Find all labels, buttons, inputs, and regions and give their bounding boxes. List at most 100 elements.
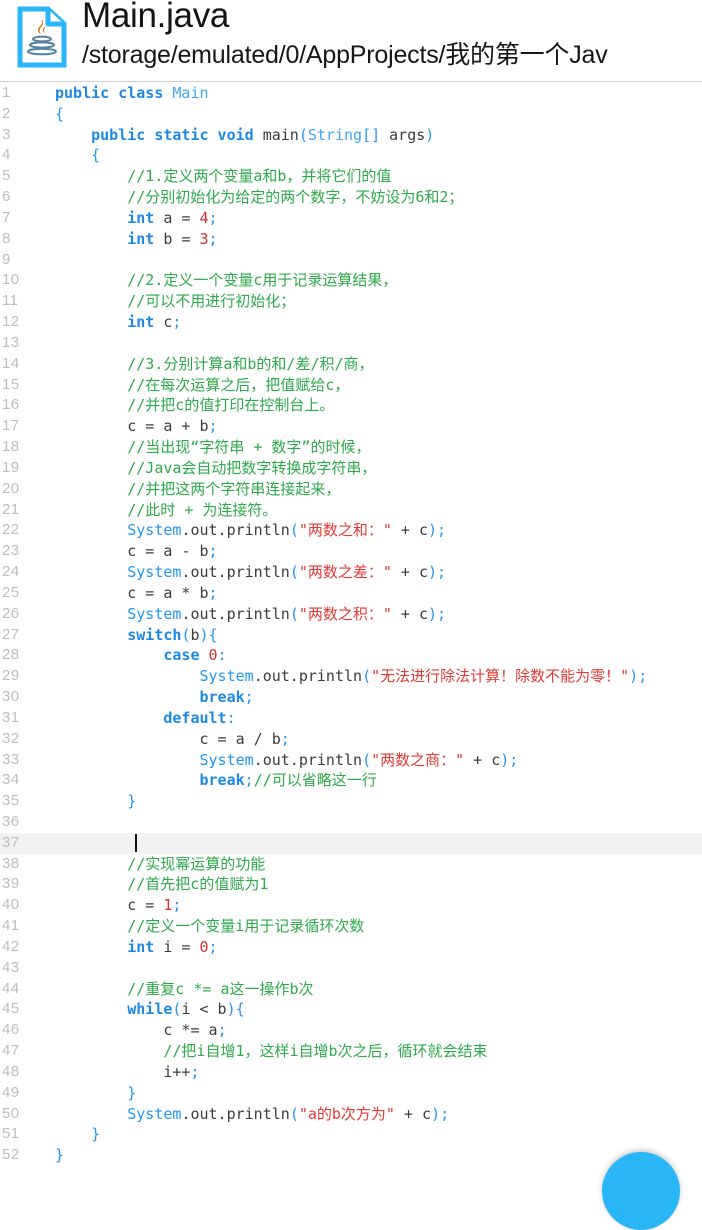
code-line-content[interactable]: //此时 + 为连接符。 xyxy=(55,500,277,521)
code-line-content[interactable] xyxy=(55,833,138,854)
code-line[interactable]: 29 System.out.println("无法进行除法计算！除数不能为零！"… xyxy=(0,666,702,687)
code-line[interactable]: 41 //定义一个变量i用于记录循环次数 xyxy=(0,916,702,937)
code-line-content[interactable]: //并把这两个字符串连接起来， xyxy=(55,479,340,500)
code-line-content[interactable]: } xyxy=(55,1083,136,1104)
code-line[interactable]: 11 //可以不用进行初始化； xyxy=(0,291,702,312)
code-line[interactable]: 44 //重复c *= a这一操作b次 xyxy=(0,979,702,1000)
code-line[interactable]: 38 //实现幂运算的功能 xyxy=(0,854,702,875)
code-line-content[interactable]: } xyxy=(55,1124,100,1145)
code-editor[interactable]: 1 public class Main 2{3 public static void… xyxy=(0,83,702,1182)
code-line-content[interactable]: int b = 3; xyxy=(55,229,217,250)
code-line[interactable]: 51 } xyxy=(0,1124,702,1145)
code-line[interactable]: 18 //当出现“字符串 + 数字”的时候， xyxy=(0,437,702,458)
code-line[interactable]: 52} xyxy=(0,1145,702,1166)
code-line-content[interactable]: //首先把c的值赋为1 xyxy=(55,874,268,895)
code-line[interactable]: 19 //Java会自动把数字转换成字符串， xyxy=(0,458,702,479)
code-line[interactable]: 36 xyxy=(0,812,702,833)
code-line[interactable]: 12 int c; xyxy=(0,312,702,333)
code-line-content[interactable]: //把i自增1，这样i自增b次之后，循环就会结束 xyxy=(55,1041,487,1062)
code-line[interactable]: 47 //把i自增1，这样i自增b次之后，循环就会结束 xyxy=(0,1041,702,1062)
code-line[interactable]: 20 //并把这两个字符串连接起来， xyxy=(0,479,702,500)
code-line[interactable]: 4 { xyxy=(0,145,702,166)
code-line-content[interactable]: c = 1; xyxy=(55,895,181,916)
code-line[interactable]: 22 System.out.println("两数之和：" + c); xyxy=(0,520,702,541)
code-line[interactable]: 26 System.out.println("两数之积：" + c); xyxy=(0,604,702,625)
code-line-content[interactable]: System.out.println("无法进行除法计算！除数不能为零！"); xyxy=(55,666,648,687)
code-line-content[interactable]: { xyxy=(55,104,64,125)
code-line-content[interactable]: System.out.println("两数之积：" + c); xyxy=(55,604,446,625)
run-fab[interactable] xyxy=(602,1152,680,1230)
code-line[interactable]: 17 c = a + b; xyxy=(0,416,702,437)
code-line-content[interactable]: { xyxy=(55,145,100,166)
code-line-content[interactable]: i++; xyxy=(55,1062,199,1083)
code-line[interactable]: 49 } xyxy=(0,1083,702,1104)
code-line-content[interactable]: System.out.println("两数之差：" + c); xyxy=(55,562,446,583)
code-line[interactable]: 24 System.out.println("两数之差：" + c); xyxy=(0,562,702,583)
code-line-content[interactable]: c *= a; xyxy=(55,1020,226,1041)
code-line[interactable]: 28 case 0: xyxy=(0,645,702,666)
code-line-content[interactable]: c = a * b; xyxy=(55,583,217,604)
code-line[interactable]: 25 c = a * b; xyxy=(0,583,702,604)
code-line[interactable]: 2{ xyxy=(0,104,702,125)
code-line[interactable]: 37 xyxy=(0,832,702,854)
code-line[interactable]: 27 switch(b){ xyxy=(0,625,702,646)
code-line[interactable]: 33 System.out.println("两数之商：" + c); xyxy=(0,750,702,771)
code-line[interactable]: 46 c *= a; xyxy=(0,1020,702,1041)
code-line[interactable]: 15 //在每次运算之后，把值赋给c， xyxy=(0,375,702,396)
code-line-content[interactable]: int c; xyxy=(55,312,181,333)
code-line-content[interactable]: System.out.println("a的b次方为" + c); xyxy=(55,1104,449,1125)
code-line-content[interactable]: //并把c的值打印在控制台上。 xyxy=(55,395,334,416)
code-line-content[interactable]: //重复c *= a这一操作b次 xyxy=(55,979,313,1000)
code-line[interactable]: 13 xyxy=(0,333,702,354)
code-line[interactable]: 40 c = 1; xyxy=(0,895,702,916)
code-line-content[interactable]: int a = 4; xyxy=(55,208,217,229)
code-line[interactable]: 23 c = a - b; xyxy=(0,541,702,562)
code-line[interactable]: 3 public static void main(String[] args) xyxy=(0,125,702,146)
code-line-content[interactable]: int i = 0; xyxy=(55,937,217,958)
code-line[interactable]: 6 //分别初始化为给定的两个数字，不妨设为6和2； xyxy=(0,187,702,208)
code-line-content[interactable]: //在每次运算之后，把值赋给c， xyxy=(55,375,349,396)
code-line-content[interactable]: default: xyxy=(55,708,235,729)
code-line[interactable]: 42 int i = 0; xyxy=(0,937,702,958)
code-line-content[interactable]: //Java会自动把数字转换成字符串， xyxy=(55,458,376,479)
code-line[interactable]: 9 xyxy=(0,250,702,271)
code-line-content[interactable]: //实现幂运算的功能 xyxy=(55,854,265,875)
code-line[interactable]: 16 //并把c的值打印在控制台上。 xyxy=(0,395,702,416)
code-line[interactable]: 50 System.out.println("a的b次方为" + c); xyxy=(0,1104,702,1125)
code-line[interactable]: 31 default: xyxy=(0,708,702,729)
code-line[interactable]: 21 //此时 + 为连接符。 xyxy=(0,500,702,521)
code-line[interactable]: 45 while(i < b){ xyxy=(0,999,702,1020)
code-line-content[interactable]: System.out.println("两数之和：" + c); xyxy=(55,520,446,541)
code-line-content[interactable]: } xyxy=(55,791,136,812)
code-line[interactable]: 5 //1.定义两个变量a和b，并将它们的值 xyxy=(0,166,702,187)
code-line-content[interactable]: case 0: xyxy=(55,645,226,666)
code-line-content[interactable]: //当出现“字符串 + 数字”的时候， xyxy=(55,437,370,458)
code-line-content[interactable]: while(i < b){ xyxy=(55,999,244,1020)
code-line-content[interactable]: //定义一个变量i用于记录循环次数 xyxy=(55,916,364,937)
code-line-content[interactable]: break; xyxy=(55,687,254,708)
code-line-content[interactable]: //2.定义一个变量c用于记录运算结果， xyxy=(55,270,397,291)
code-line-content[interactable]: System.out.println("两数之商：" + c); xyxy=(55,750,519,771)
code-line-content[interactable]: break;//可以省略这一行 xyxy=(55,770,377,791)
code-line[interactable]: 48 i++; xyxy=(0,1062,702,1083)
code-line[interactable]: 14 //3.分别计算a和b的和/差/积/商， xyxy=(0,354,702,375)
code-line[interactable]: 1 public class Main xyxy=(0,83,702,104)
code-line[interactable]: 30 break; xyxy=(0,687,702,708)
code-line[interactable]: 39 //首先把c的值赋为1 xyxy=(0,874,702,895)
code-line-content[interactable]: //1.定义两个变量a和b，并将它们的值 xyxy=(55,166,391,187)
code-line[interactable]: 32 c = a / b; xyxy=(0,729,702,750)
code-line-content[interactable]: //可以不用进行初始化； xyxy=(55,291,295,312)
code-line-content[interactable]: } xyxy=(55,1145,64,1166)
code-line[interactable]: 10 //2.定义一个变量c用于记录运算结果， xyxy=(0,270,702,291)
code-line-content[interactable]: public class Main xyxy=(55,83,209,104)
code-line-content[interactable]: //3.分别计算a和b的和/差/积/商， xyxy=(55,354,373,375)
code-line[interactable]: 34 break;//可以省略这一行 xyxy=(0,770,702,791)
code-line-content[interactable]: //分别初始化为给定的两个数字，不妨设为6和2； xyxy=(55,187,463,208)
code-line-content[interactable]: c = a - b; xyxy=(55,541,217,562)
code-line[interactable]: 7 int a = 4; xyxy=(0,208,702,229)
code-line-content[interactable]: c = a + b; xyxy=(55,416,217,437)
code-line[interactable]: 8 int b = 3; xyxy=(0,229,702,250)
code-line-content[interactable]: c = a / b; xyxy=(55,729,289,750)
code-line[interactable]: 43 xyxy=(0,958,702,979)
code-line[interactable]: 35 } xyxy=(0,791,702,812)
